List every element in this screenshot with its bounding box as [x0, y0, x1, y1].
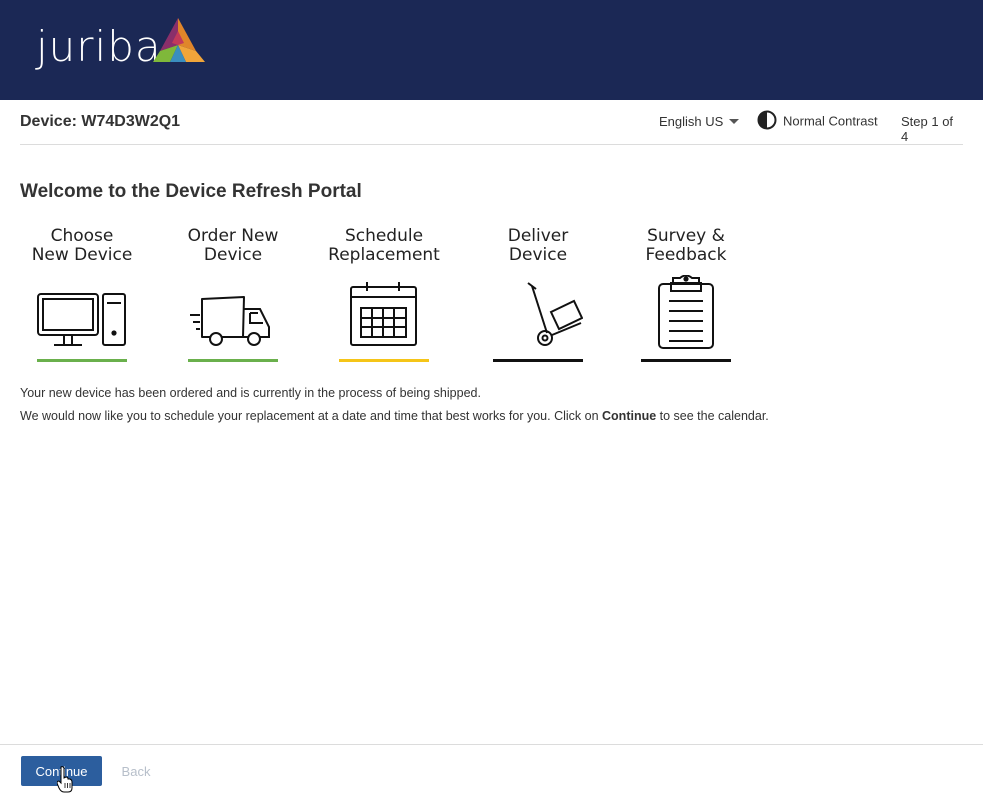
logo-triangle-icon [153, 18, 205, 62]
contrast-icon [757, 110, 777, 130]
info-text-after: to see the calendar. [656, 409, 769, 423]
language-selector[interactable]: English US [659, 114, 740, 129]
computer-icon [37, 293, 126, 346]
info-text-bold: Continue [602, 409, 657, 423]
footer-bar: Continue Back [0, 744, 983, 796]
step-status-bar [339, 359, 429, 362]
contrast-toggle[interactable]: Normal Contrast [757, 110, 878, 132]
step-status-bar [188, 359, 278, 362]
step-choose-device: Choose New Device [22, 227, 142, 367]
logo-wordmark: juriba [36, 22, 162, 71]
step-label: Survey & Feedback [645, 226, 727, 265]
app-header: juriba [0, 0, 983, 100]
device-title: Device: W74D3W2Q1 [20, 113, 181, 130]
info-text-before: We would now like you to schedule your r… [20, 409, 603, 423]
step-indicator: Step 1 of 4 [901, 114, 954, 144]
page-title: Welcome to the Device Refresh Portal [20, 181, 362, 202]
step-status-bar [37, 359, 127, 362]
device-topbar: Device: W74D3W2Q1 English US Normal Cont… [20, 100, 963, 145]
step-status-bar [641, 359, 731, 362]
info-text-schedule: We would now like you to schedule your r… [20, 409, 769, 423]
contrast-label: Normal Contrast [783, 113, 878, 129]
language-label: English US [659, 114, 724, 129]
step-order-device: Order New Device [173, 227, 293, 367]
caret-down-icon [729, 119, 740, 125]
step-deliver-device: Deliver Device [478, 227, 598, 367]
info-text-shipping: Your new device has been ordered and is … [20, 386, 481, 400]
step-label: Order New Device [187, 226, 279, 265]
back-button[interactable]: Back [110, 756, 162, 786]
hand-cursor-icon [57, 766, 73, 793]
step-schedule-replacement: Schedule Replacement [324, 227, 444, 367]
step-label: Deliver Device [507, 226, 569, 265]
truck-icon [190, 296, 270, 346]
calendar-icon [350, 282, 417, 346]
hand-truck-icon [527, 282, 583, 346]
clipboard-icon [658, 275, 714, 349]
step-status-bar [493, 359, 583, 362]
step-survey-feedback: Survey & Feedback [626, 227, 746, 367]
step-label: Choose New Device [31, 226, 133, 265]
step-label: Schedule Replacement [328, 226, 440, 265]
progress-steps: Choose New Device Order New Device Sched… [20, 227, 760, 367]
